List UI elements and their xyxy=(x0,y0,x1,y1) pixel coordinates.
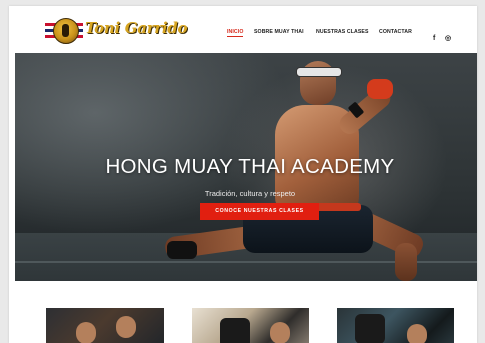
fighter-headband xyxy=(296,67,342,77)
fighter-right-knee xyxy=(395,243,417,281)
class-card-image[interactable] xyxy=(337,308,454,343)
fighter-glove xyxy=(367,79,393,99)
hero-title: HONG MUAY THAI ACADEMY xyxy=(105,155,395,178)
facebook-icon: f xyxy=(433,35,436,42)
fighter-figure xyxy=(407,324,427,343)
fighter-figure xyxy=(76,322,96,343)
nav-item-contactar[interactable]: CONTACTAR xyxy=(379,29,412,35)
facebook-link[interactable]: f xyxy=(433,27,435,45)
fighter-figure xyxy=(220,318,250,343)
instagram-icon: ◎ xyxy=(445,35,452,42)
site-header: Toni Garrido INICIO SOBRE MUAY THAI NUES… xyxy=(9,6,477,53)
logo-text: Toni Garrido xyxy=(85,19,188,37)
cta-button[interactable]: CONOCE NUESTRAS CLASES xyxy=(200,203,319,220)
class-card-image[interactable] xyxy=(46,308,164,343)
fighter-figure xyxy=(116,316,136,338)
nav-item-inicio[interactable]: INICIO xyxy=(227,29,244,37)
fighter-badge-icon xyxy=(53,18,79,44)
nav-item-sobre-muay-thai[interactable]: SOBRE MUAY THAI xyxy=(254,29,304,35)
class-card-image[interactable] xyxy=(192,308,309,343)
nav-item-nuestras-clases[interactable]: NUESTRAS CLASES xyxy=(316,29,369,35)
hero-subtitle: Tradición, cultura y respeto xyxy=(204,189,296,198)
hero-banner: HONG MUAY THAI ACADEMY Tradición, cultur… xyxy=(15,53,477,281)
site-logo[interactable]: Toni Garrido xyxy=(45,18,188,44)
fighter-figure xyxy=(270,322,290,343)
fighter-left-foot xyxy=(167,241,197,259)
page: Toni Garrido INICIO SOBRE MUAY THAI NUES… xyxy=(9,6,477,343)
fighter-figure xyxy=(355,314,385,343)
class-cards xyxy=(9,308,477,343)
instagram-link[interactable]: ◎ xyxy=(445,27,451,45)
